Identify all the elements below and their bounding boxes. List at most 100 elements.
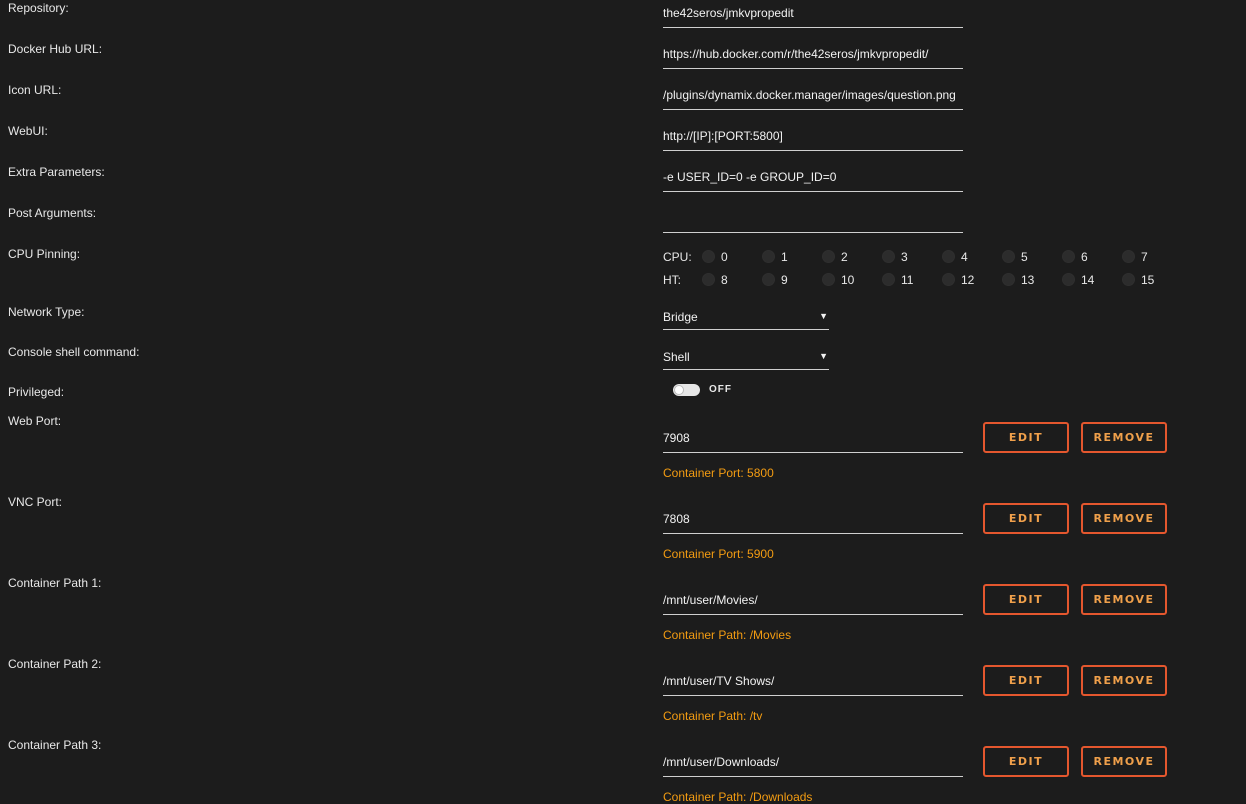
- cpu-checkbox-1[interactable]: 1: [762, 249, 818, 265]
- network-type-value: Bridge: [663, 310, 698, 324]
- extra-parameters-value: -e USER_ID=0 -e GROUP_ID=0: [663, 170, 837, 184]
- cpu-core-number: 6: [1081, 250, 1088, 264]
- icon-url-value: /plugins/dynamix.docker.manager/images/q…: [663, 88, 956, 102]
- docker-hub-url-label: Docker Hub URL:: [8, 42, 103, 56]
- cpu-checkbox-4[interactable]: 4: [942, 249, 998, 265]
- radio-circle-icon: [882, 250, 895, 263]
- container-path-1-edit-button[interactable]: EDIT: [983, 584, 1069, 615]
- container-path-3-note: Container Path: /Downloads: [663, 790, 813, 804]
- cpu-core-number: 12: [961, 273, 975, 287]
- network-type-label: Network Type:: [8, 305, 85, 319]
- container-path-2-value: /mnt/user/TV Shows/: [663, 674, 775, 688]
- web-port-remove-button[interactable]: REMOVE: [1081, 422, 1167, 453]
- network-type-select[interactable]: Bridge ▼: [663, 307, 829, 330]
- repository-value: the42seros/jmkvpropedit: [663, 6, 794, 20]
- web-port-label: Web Port:: [8, 414, 62, 428]
- web-port-value: 7908: [663, 431, 690, 445]
- dropdown-arrow-icon: ▼: [819, 351, 828, 361]
- cpu-checkbox-11[interactable]: 11: [882, 272, 938, 288]
- privileged-toggle[interactable]: [673, 384, 700, 396]
- docker-hub-url-input[interactable]: https://hub.docker.com/r/the42seros/jmkv…: [663, 41, 963, 69]
- radio-circle-icon: [1122, 273, 1135, 286]
- console-shell-select[interactable]: Shell ▼: [663, 347, 829, 370]
- radio-circle-icon: [1062, 250, 1075, 263]
- dropdown-arrow-icon: ▼: [819, 311, 828, 321]
- vnc-port-input[interactable]: 7808: [663, 506, 963, 534]
- console-shell-label: Console shell command:: [8, 345, 140, 359]
- cpu-checkbox-14[interactable]: 14: [1062, 272, 1118, 288]
- cpu-core-number: 7: [1141, 250, 1148, 264]
- web-port-input[interactable]: 7908: [663, 425, 963, 453]
- radio-circle-icon: [702, 273, 715, 286]
- repository-label: Repository:: [8, 1, 69, 15]
- radio-circle-icon: [1122, 250, 1135, 263]
- web-port-edit-button[interactable]: EDIT: [983, 422, 1069, 453]
- cpu-core-number: 4: [961, 250, 968, 264]
- radio-circle-icon: [822, 273, 835, 286]
- radio-circle-icon: [702, 250, 715, 263]
- vnc-port-label: VNC Port:: [8, 495, 63, 509]
- icon-url-label: Icon URL:: [8, 83, 62, 97]
- cpu-checkbox-2[interactable]: 2: [822, 249, 878, 265]
- container-path-1-label: Container Path 1:: [8, 576, 102, 590]
- cpu-checkbox-10[interactable]: 10: [822, 272, 878, 288]
- cpu-core-number: 14: [1081, 273, 1095, 287]
- console-shell-value: Shell: [663, 350, 690, 364]
- cpu-core-number: 0: [721, 250, 728, 264]
- container-path-2-label: Container Path 2:: [8, 657, 102, 671]
- container-path-3-label: Container Path 3:: [8, 738, 102, 752]
- vnc-port-value: 7808: [663, 512, 690, 526]
- container-path-2-edit-button[interactable]: EDIT: [983, 665, 1069, 696]
- container-path-3-input[interactable]: /mnt/user/Downloads/: [663, 749, 963, 777]
- cpu-core-number: 2: [841, 250, 848, 264]
- toggle-knob: [674, 385, 684, 395]
- docker-hub-url-value: https://hub.docker.com/r/the42seros/jmkv…: [663, 47, 929, 61]
- webui-label: WebUI:: [8, 124, 48, 138]
- container-path-2-input[interactable]: /mnt/user/TV Shows/: [663, 668, 963, 696]
- container-path-1-remove-button[interactable]: REMOVE: [1081, 584, 1167, 615]
- radio-circle-icon: [822, 250, 835, 263]
- cpu-core-number: 9: [781, 273, 788, 287]
- ht-row-label: HT:: [663, 273, 681, 287]
- cpu-row-label: CPU:: [663, 250, 692, 264]
- cpu-checkbox-5[interactable]: 5: [1002, 249, 1058, 265]
- cpu-checkbox-12[interactable]: 12: [942, 272, 998, 288]
- cpu-core-number: 3: [901, 250, 908, 264]
- post-arguments-input[interactable]: [663, 205, 963, 233]
- container-path-3-edit-button[interactable]: EDIT: [983, 746, 1069, 777]
- radio-circle-icon: [1002, 273, 1015, 286]
- container-path-3-remove-button[interactable]: REMOVE: [1081, 746, 1167, 777]
- cpu-checkbox-13[interactable]: 13: [1002, 272, 1058, 288]
- vnc-port-edit-button[interactable]: EDIT: [983, 503, 1069, 534]
- cpu-checkbox-9[interactable]: 9: [762, 272, 818, 288]
- container-path-1-input[interactable]: /mnt/user/Movies/: [663, 587, 963, 615]
- cpu-core-number: 5: [1021, 250, 1028, 264]
- cpu-checkbox-6[interactable]: 6: [1062, 249, 1118, 265]
- radio-circle-icon: [942, 273, 955, 286]
- cpu-checkbox-0[interactable]: 0: [702, 249, 758, 265]
- radio-circle-icon: [942, 250, 955, 263]
- radio-circle-icon: [882, 273, 895, 286]
- cpu-checkbox-7[interactable]: 7: [1122, 249, 1178, 265]
- container-path-1-value: /mnt/user/Movies/: [663, 593, 758, 607]
- radio-circle-icon: [1062, 273, 1075, 286]
- radio-circle-icon: [1002, 250, 1015, 263]
- cpu-checkbox-8[interactable]: 8: [702, 272, 758, 288]
- post-arguments-label: Post Arguments:: [8, 206, 97, 220]
- extra-parameters-label: Extra Parameters:: [8, 165, 105, 179]
- webui-input[interactable]: http://[IP]:[PORT:5800]: [663, 123, 963, 151]
- cpu-checkbox-15[interactable]: 15: [1122, 272, 1178, 288]
- cpu-pinning-label: CPU Pinning:: [8, 247, 81, 261]
- container-path-2-remove-button[interactable]: REMOVE: [1081, 665, 1167, 696]
- webui-value: http://[IP]:[PORT:5800]: [663, 129, 783, 143]
- cpu-core-number: 8: [721, 273, 728, 287]
- repository-input[interactable]: the42seros/jmkvpropedit: [663, 0, 963, 28]
- vnc-port-remove-button[interactable]: REMOVE: [1081, 503, 1167, 534]
- extra-parameters-input[interactable]: -e USER_ID=0 -e GROUP_ID=0: [663, 164, 963, 192]
- web-port-container-note: Container Port: 5800: [663, 466, 774, 480]
- icon-url-input[interactable]: /plugins/dynamix.docker.manager/images/q…: [663, 82, 963, 110]
- container-path-3-value: /mnt/user/Downloads/: [663, 755, 780, 769]
- cpu-core-number: 1: [781, 250, 788, 264]
- cpu-core-number: 11: [901, 273, 914, 287]
- cpu-checkbox-3[interactable]: 3: [882, 249, 938, 265]
